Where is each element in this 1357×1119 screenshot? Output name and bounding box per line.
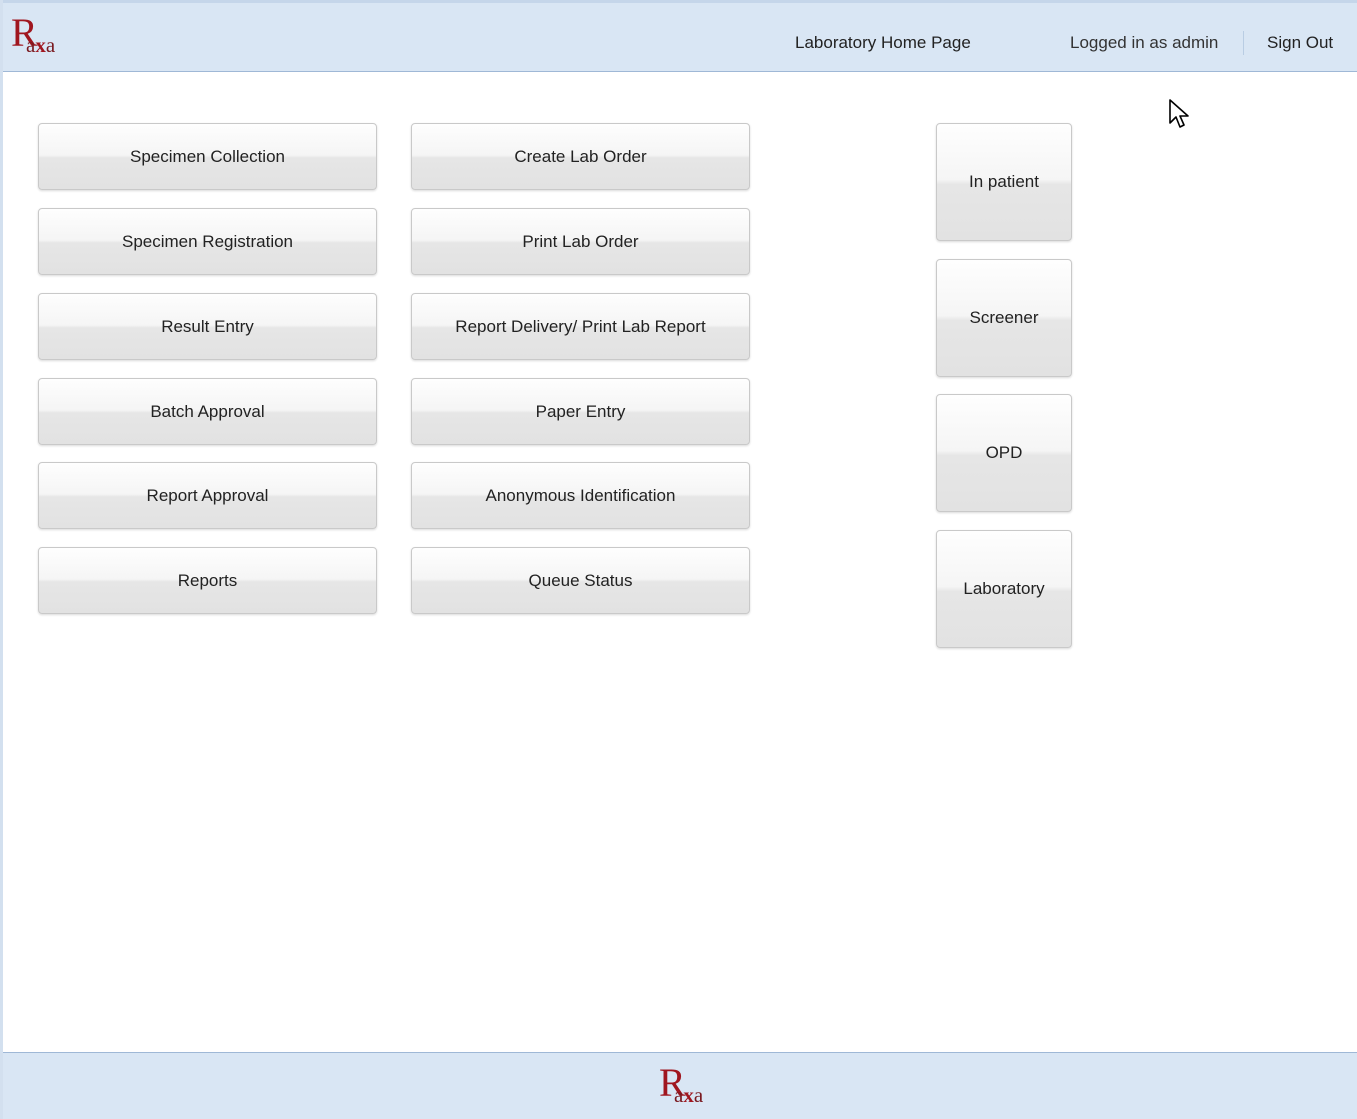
logged-in-user-label: Logged in as admin [1070, 33, 1219, 52]
specimen-registration-button[interactable]: Specimen Registration [38, 208, 377, 275]
report-approval-button[interactable]: Report Approval [38, 462, 377, 529]
header-divider [1243, 31, 1244, 55]
app-page: R axa Laboratory Home Page Logged in as … [0, 0, 1357, 1119]
mouse-pointer-icon [1169, 99, 1189, 128]
reports-button[interactable]: Reports [38, 547, 377, 614]
footer-logo-subtext: axa [674, 1085, 703, 1106]
footer-logo-sub-x: x [683, 1083, 694, 1107]
queue-status-button[interactable]: Queue Status [411, 547, 750, 614]
anonymous-identification-button[interactable]: Anonymous Identification [411, 462, 750, 529]
logo-sub-a: a [26, 33, 36, 57]
create-lab-order-button[interactable]: Create Lab Order [411, 123, 750, 190]
sign-out-link[interactable]: Sign Out [1267, 33, 1333, 53]
logo-sub-a2: a [45, 33, 56, 57]
in-patient-button[interactable]: In patient [936, 123, 1072, 241]
screener-button[interactable]: Screener [936, 259, 1072, 377]
report-delivery-button[interactable]: Report Delivery/ Print Lab Report [411, 293, 750, 360]
top-header-bar: R axa Laboratory Home Page Logged in as … [3, 0, 1357, 72]
footer-logo-sub-a: a [674, 1083, 684, 1107]
footer-bar: R axa [3, 1052, 1357, 1119]
logo-subtext: axa [26, 35, 55, 56]
logo-sub-x: x [35, 33, 46, 57]
laboratory-home-link[interactable]: Laboratory Home Page [795, 33, 971, 53]
opd-button[interactable]: OPD [936, 394, 1072, 512]
result-entry-button[interactable]: Result Entry [38, 293, 377, 360]
paper-entry-button[interactable]: Paper Entry [411, 378, 750, 445]
print-lab-order-button[interactable]: Print Lab Order [411, 208, 750, 275]
batch-approval-button[interactable]: Batch Approval [38, 378, 377, 445]
raxa-logo[interactable]: R axa [11, 13, 55, 56]
footer-logo-sub-a2: a [693, 1083, 704, 1107]
specimen-collection-button[interactable]: Specimen Collection [38, 123, 377, 190]
laboratory-button[interactable]: Laboratory [936, 530, 1072, 648]
footer-raxa-logo: R axa [659, 1063, 703, 1106]
